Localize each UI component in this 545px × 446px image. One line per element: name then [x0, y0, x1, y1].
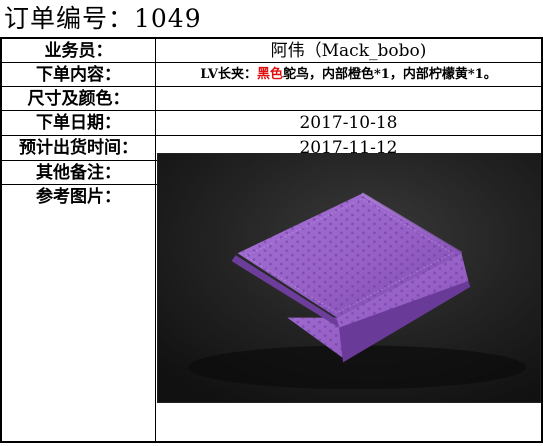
- label-size-color: 尺寸及颜色：: [2, 87, 156, 110]
- row-order-content: 下单内容： LV长夹：黑色鸵鸟，内部橙色*1，内部柠檬黄*1。: [2, 63, 541, 87]
- value-order-date: 2017-10-18: [299, 113, 398, 133]
- content-highlight: 黑色: [256, 67, 283, 82]
- row-order-date: 下单日期： 2017-10-18: [2, 111, 541, 136]
- label-order-content: 下单内容：: [2, 63, 156, 86]
- label-ship-date: 预计出货时间：: [2, 136, 156, 160]
- label-reference-image: 参考图片：: [2, 185, 156, 441]
- label-salesperson: 业务员：: [2, 39, 156, 62]
- content-prefix: LV长夹：: [200, 67, 257, 82]
- row-size-color: 尺寸及颜色：: [2, 87, 541, 111]
- label-order-date: 下单日期：: [2, 111, 156, 135]
- value-salesperson: 阿伟（Mack_bobo): [270, 41, 427, 61]
- row-salesperson: 业务员： 阿伟（Mack_bobo): [2, 39, 541, 63]
- content-suffix: 鸵鸟，内部橙色*1，内部柠檬黄*1。: [283, 67, 497, 82]
- order-title: 订单编号：1049: [4, 4, 202, 33]
- label-notes: 其他备注：: [2, 161, 156, 184]
- value-size-color: [156, 87, 541, 110]
- wallet-photo-icon: [158, 154, 540, 402]
- value-order-content: LV长夹：黑色鸵鸟，内部橙色*1，内部柠檬黄*1。: [156, 63, 541, 86]
- wallet-photo: [157, 153, 541, 403]
